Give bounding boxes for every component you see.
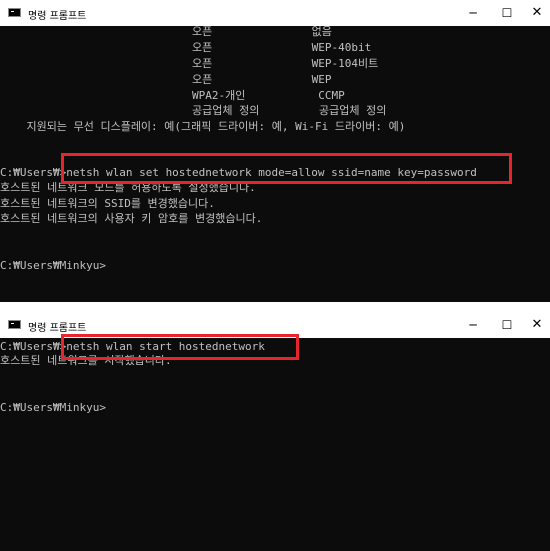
window-title: 명령 프롬프트 (28, 11, 87, 22)
prompt-line: C:₩Users₩Minkyu> (0, 259, 106, 272)
window-title: 명령 프롬프트 (28, 323, 87, 334)
prompt-line: C:₩Users₩Minkyu> (0, 401, 106, 414)
command-prompt-window-1: 명령 프롬프트 ─ ☐ ✕ 오픈 없음 오픈 WEP-40bit 오픈 WEP-… (0, 0, 550, 302)
console-line: 오픈 WEP-40bit (0, 41, 372, 54)
cmd-app-icon (8, 320, 21, 329)
console-line: 오픈 없음 (0, 25, 332, 38)
console-line: WPA2-개인 CCMP (0, 89, 345, 102)
window-gap (0, 302, 550, 312)
command-highlight-box (61, 334, 299, 360)
close-button[interactable]: ✕ (516, 312, 550, 338)
console-line: 호스트된 네트워크의 사용자 키 암호를 변경했습니다. (0, 212, 263, 225)
command-prompt-window-2: 명령 프롬프트 ─ ☐ ✕ C:₩Users₩>netsh wlan start… (0, 312, 550, 551)
console-line: 오픈 WEP (0, 73, 332, 86)
close-button[interactable]: ✕ (516, 0, 550, 26)
console-line: 지원되는 무선 디스플레이: 예(그래픽 드라이버: 예, Wi-Fi 드라이버… (0, 120, 406, 133)
console-line: 호스트된 네트워크의 SSID를 변경했습니다. (0, 197, 215, 210)
title-bar: 명령 프롬프트 ─ ☐ ✕ (0, 0, 550, 26)
console-line: 공급업체 정의 공급업체 정의 (0, 104, 387, 117)
cmd-app-icon (8, 8, 21, 17)
command-highlight-box (61, 153, 512, 184)
console-line: 오픈 WEP-104비트 (0, 57, 379, 70)
